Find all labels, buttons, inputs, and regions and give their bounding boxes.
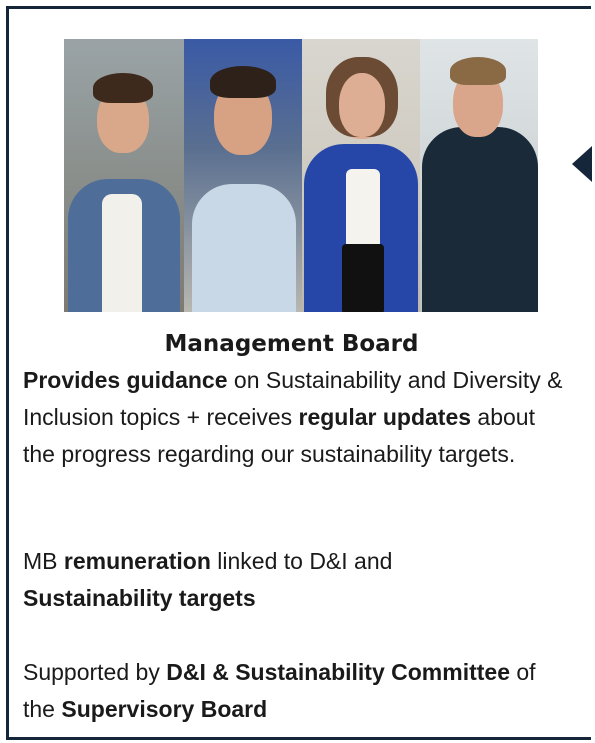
section-title: Management Board <box>164 331 419 357</box>
board-member-photo-1 <box>64 39 184 312</box>
remuneration-paragraph: MB remuneration linked to D&I and Sustai… <box>23 543 563 617</box>
support-paragraph: Supported by D&I & Sustainability Commit… <box>23 654 563 728</box>
emphasis-remuneration: remuneration <box>63 548 211 574</box>
text-run: Supported by <box>23 659 167 685</box>
board-member-photo-2 <box>184 39 302 312</box>
responsibilities-paragraph: Provides guidance on Sustainability and … <box>23 362 563 473</box>
emphasis-updates: regular updates <box>298 404 472 430</box>
emphasis-supervisory-board: Supervisory Board <box>61 696 268 722</box>
emphasis-committee: D&I & Sustainability Committee <box>166 659 510 685</box>
board-member-photo-3 <box>302 39 420 312</box>
text-run: linked to D&I and <box>210 548 393 574</box>
left-pointer-icon <box>572 146 592 182</box>
emphasis-targets: Sustainability targets <box>23 585 256 611</box>
emphasis-guidance: Provides guidance <box>23 367 228 393</box>
management-board-photo <box>64 39 538 312</box>
board-member-photo-4 <box>420 39 538 312</box>
text-run: MB <box>23 548 64 574</box>
